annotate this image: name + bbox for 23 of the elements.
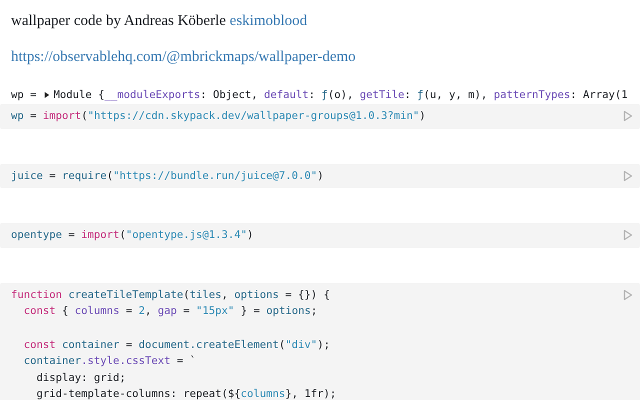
byline-text: wallpaper code by Andreas Köberle eskimoblood	[10, 12, 308, 31]
code-line: container.style.cssText = `	[22, 354, 197, 370]
author-link[interactable]: eskimoblood	[230, 13, 308, 29]
code-line: grid-template-columns: repeat(${columns}, 1fr);	[36, 387, 336, 400]
code-line: const container = document.createElement("div");	[22, 338, 331, 353]
play-icon[interactable]	[623, 170, 633, 182]
code-line: const { columns = 2, gap = "15px" } = options;	[22, 304, 318, 320]
code-line: display: grid;	[36, 370, 127, 386]
output-value: Module {__moduleExports: Object, default: ƒ(o), getTile: ƒ(u, y, m), patternTypes: Array(1	[54, 89, 628, 101]
expand-triangle-icon[interactable]	[44, 92, 50, 98]
play-icon[interactable]	[623, 229, 633, 242]
code-cell[interactable]: opentype = import("opentype.js@1.3.4")	[0, 223, 640, 248]
code-cell[interactable]: juice = require("https://bundle.run/juice@7.0.0")	[0, 164, 640, 188]
output-name: wp =	[11, 89, 37, 101]
code-line: juice = require("https://bundle.run/juice@7.0.0")	[11, 168, 324, 184]
code-line: opentype = import("opentype.js@1.3.4")	[11, 228, 254, 244]
code-cell[interactable]	[0, 282, 640, 400]
source-link[interactable]: https://observablehq.com/@mbrickmaps/wallpaper-demo	[11, 49, 356, 65]
code-cell[interactable]: wp = import("https://cdn.skypack.dev/wallpaper-groups@1.0.3?min")	[0, 104, 640, 129]
code-line: function createTileTemplate(tiles, options = {}) {	[11, 288, 331, 303]
play-icon[interactable]	[623, 110, 633, 122]
play-icon[interactable]	[623, 288, 633, 301]
code-line: wp = import("https://cdn.skypack.dev/wallpaper-groups@1.0.3?min")	[11, 109, 426, 124]
